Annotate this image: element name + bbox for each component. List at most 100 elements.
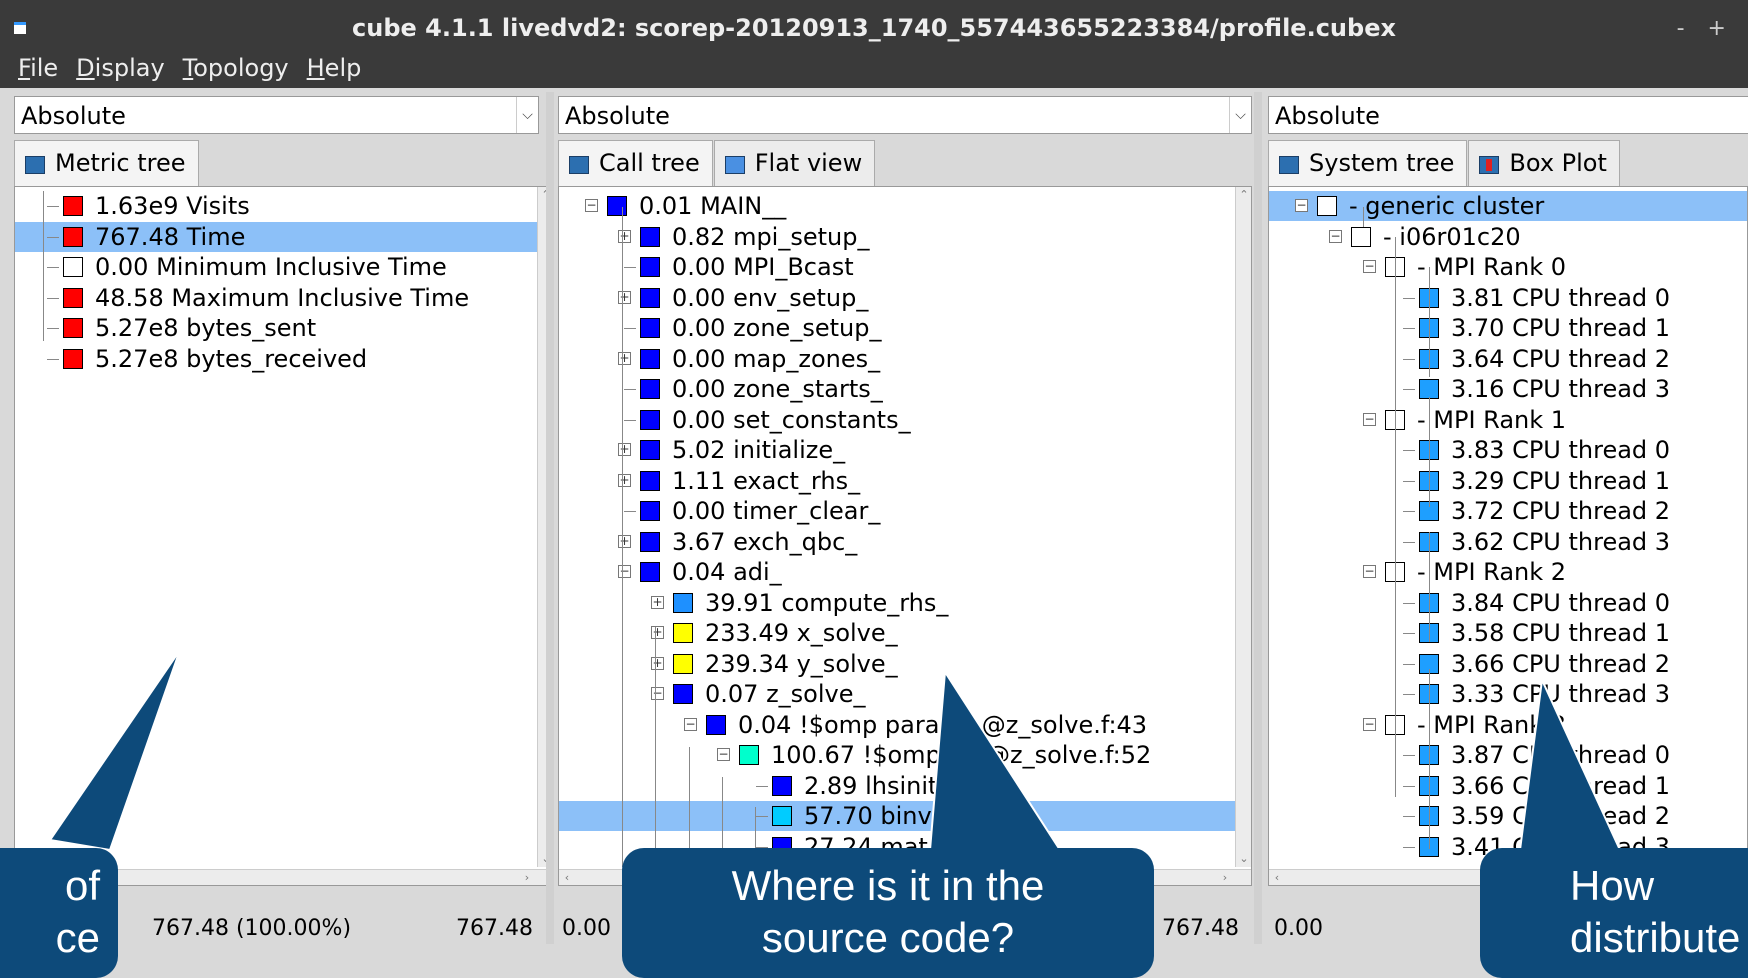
tree-row[interactable]: − 100.67 !$omp do @z_solve.f:52 xyxy=(559,740,1251,770)
tree-row[interactable]: 3.66 CPU thread 2 xyxy=(1269,649,1747,679)
expand-icon[interactable]: + xyxy=(618,229,631,243)
tree-row[interactable]: 3.58 CPU thread 1 xyxy=(1269,618,1747,648)
collapse-icon[interactable]: − xyxy=(1363,260,1376,273)
tree-row[interactable]: 0.00 set_constants_ xyxy=(559,405,1251,435)
tree-row[interactable]: 3.81 CPU thread 0 xyxy=(1269,283,1747,313)
tree-row[interactable]: 3.62 CPU thread 3 xyxy=(1269,527,1747,557)
call-tree[interactable]: −0.01 MAIN__ +0.82 mpi_setup_ 0.00 MPI_Bca… xyxy=(558,186,1252,886)
tree-row[interactable]: +0.00 env_setup_ xyxy=(559,283,1251,313)
expand-icon[interactable]: + xyxy=(618,443,631,456)
tree-row[interactable]: 5.27e8 bytes_sent xyxy=(15,313,553,343)
expand-icon[interactable]: + xyxy=(618,534,631,548)
menu-help[interactable]: Help xyxy=(307,54,362,82)
tree-row[interactable]: 0.00 zone_setup_ xyxy=(559,313,1251,343)
scroll-left-icon[interactable]: ‹ xyxy=(1269,870,1285,885)
menu-topology[interactable]: Topology xyxy=(183,54,289,82)
tab-box-plot[interactable]: Box Plot xyxy=(1468,140,1620,186)
collapse-icon[interactable]: − xyxy=(651,687,664,700)
tree-branch-line xyxy=(1403,633,1415,634)
chevron-down-icon[interactable]: ⌵ xyxy=(1229,97,1251,133)
call-value-mode-select[interactable]: Absolute ⌵ xyxy=(558,96,1252,134)
scroll-right-icon[interactable]: › xyxy=(1217,870,1233,885)
tab-flat-view[interactable]: Flat view xyxy=(713,140,876,186)
color-swatch xyxy=(673,653,693,674)
tree-row[interactable]: − - i06r01c20 xyxy=(1269,222,1747,252)
collapse-icon[interactable]: − xyxy=(1363,412,1376,426)
tree-row[interactable]: 48.58 Maximum Inclusive Time xyxy=(15,283,553,313)
expand-icon[interactable]: + xyxy=(651,656,664,670)
tree-row[interactable]: 0.00 MPI_Bcast xyxy=(559,252,1251,282)
tree-row[interactable]: +0.00 map_zones_ xyxy=(559,344,1251,374)
tree-row[interactable]: 0.00 Minimum Inclusive Time xyxy=(15,252,553,282)
collapse-icon[interactable]: − xyxy=(1329,229,1342,243)
collapse-icon[interactable]: − xyxy=(1295,199,1308,212)
splitter[interactable] xyxy=(1254,92,1262,944)
scroll-left-icon[interactable]: ‹ xyxy=(559,870,575,885)
tab-call-tree[interactable]: Call tree xyxy=(558,140,713,186)
tree-row[interactable]: 57.70 binvcrhs_ xyxy=(559,801,1251,831)
tab-metric-tree[interactable]: Metric tree xyxy=(14,140,199,186)
tree-row[interactable]: +239.34 y_solve_ xyxy=(559,649,1251,679)
tree-row[interactable]: +5.02 initialize_ xyxy=(559,435,1251,465)
tree-row[interactable]: +1.11 exact_rhs_ xyxy=(559,466,1251,496)
tree-row[interactable]: 767.48 Time xyxy=(15,221,553,252)
tree-row[interactable]: − - MPI Rank 3 xyxy=(1269,710,1747,740)
tree-row[interactable]: − - MPI Rank 2 xyxy=(1269,557,1747,587)
expand-icon[interactable]: + xyxy=(651,626,664,639)
tree-row[interactable]: 3.83 CPU thread 0 xyxy=(1269,435,1747,465)
tree-row[interactable]: 1.63e9 Visits xyxy=(15,191,553,221)
tree-row[interactable]: +0.82 mpi_setup_ xyxy=(559,222,1251,252)
menu-file[interactable]: File xyxy=(18,54,58,82)
tree-row[interactable]: − 0.07 z_solve_ xyxy=(559,679,1251,709)
vertical-scrollbar[interactable]: ⌃⌄ xyxy=(1235,187,1251,867)
tree-row[interactable]: − 0.01 MAIN__ xyxy=(559,191,1251,221)
menu-display[interactable]: Display xyxy=(76,54,164,82)
tree-row[interactable]: 3.29 CPU thread 1 xyxy=(1269,466,1747,496)
tree-row-label: 5.27e8 bytes_sent xyxy=(95,314,317,342)
tree-row[interactable]: 5.27e8 bytes_received xyxy=(15,344,553,374)
collapse-icon[interactable]: − xyxy=(1363,717,1376,731)
tree-row[interactable]: − 0.04 !$omp parallel @z_solve.f:43 xyxy=(559,710,1251,740)
tree-row[interactable]: 3.72 CPU thread 2 xyxy=(1269,496,1747,526)
tree-row[interactable]: 3.64 CPU thread 2 xyxy=(1269,344,1747,374)
tree-row[interactable]: 3.84 CPU thread 0 xyxy=(1269,588,1747,618)
tree-row[interactable]: +39.91 compute_rhs_ xyxy=(559,588,1251,618)
tree-row[interactable]: 0.00 zone_starts_ xyxy=(559,374,1251,404)
tree-row[interactable]: 3.70 CPU thread 1 xyxy=(1269,313,1747,343)
tree-row[interactable]: − 0.04 adi_ xyxy=(559,557,1251,587)
collapse-icon[interactable]: − xyxy=(684,717,697,731)
tree-row[interactable]: 3.59 CPU thread 2 xyxy=(1269,801,1747,831)
tree-row[interactable]: 2.89 lhsinit_ xyxy=(559,771,1251,801)
metric-tree[interactable]: 1.63e9 Visits 767.48 Time 0.00 Minimum Inc… xyxy=(14,186,554,886)
color-swatch xyxy=(63,226,83,247)
window-controls[interactable]: - + xyxy=(1677,16,1734,41)
tab-system-tree[interactable]: System tree xyxy=(1268,140,1468,186)
tree-row[interactable]: 3.16 CPU thread 3 xyxy=(1269,374,1747,404)
color-swatch xyxy=(63,348,83,369)
expand-icon[interactable]: + xyxy=(618,351,631,365)
collapse-icon[interactable]: − xyxy=(1363,565,1376,578)
expand-icon[interactable]: + xyxy=(618,473,631,487)
tree-row[interactable]: − - MPI Rank 0 xyxy=(1269,252,1747,282)
collapse-icon[interactable]: − xyxy=(585,199,598,212)
tree-row[interactable]: 3.66 CPU thread 1 xyxy=(1269,771,1747,801)
tree-row[interactable]: 3.87 CPU thread 0 xyxy=(1269,740,1747,770)
system-value-mode-select[interactable]: Absolute xyxy=(1268,96,1748,134)
tree-row[interactable]: +3.67 exch_qbc_ xyxy=(559,527,1251,557)
tree-row[interactable]: +233.49 x_solve_ xyxy=(559,618,1251,648)
scroll-down-icon[interactable]: ⌄ xyxy=(1236,851,1251,867)
chevron-down-icon[interactable]: ⌵ xyxy=(516,97,538,133)
tree-row[interactable]: 3.33 CPU thread 3 xyxy=(1269,679,1747,709)
tree-row[interactable]: − - MPI Rank 1 xyxy=(1269,405,1747,435)
system-tree[interactable]: − - generic cluster − - i06r01c20− - MPI Ran… xyxy=(1268,186,1748,886)
scroll-up-icon[interactable]: ⌃ xyxy=(1236,187,1251,203)
collapse-icon[interactable]: − xyxy=(618,565,631,578)
expand-icon[interactable]: + xyxy=(651,595,664,609)
metric-value-mode-select[interactable]: Absolute ⌵ xyxy=(14,96,539,134)
tree-row[interactable]: − - generic cluster xyxy=(1269,191,1747,221)
splitter[interactable] xyxy=(546,92,554,944)
tree-row[interactable]: 0.00 timer_clear_ xyxy=(559,496,1251,526)
collapse-icon[interactable]: − xyxy=(717,748,730,761)
expand-icon[interactable]: + xyxy=(618,290,631,304)
scroll-right-icon[interactable]: › xyxy=(519,870,535,885)
